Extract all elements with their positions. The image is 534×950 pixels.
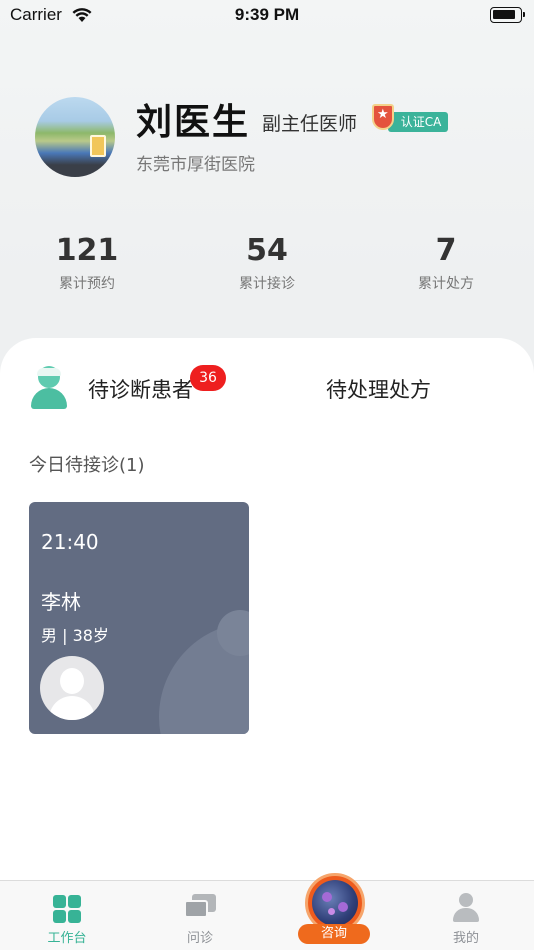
tab-workbench[interactable]: 工作台 xyxy=(17,881,117,950)
stat-label: 累计接诊 xyxy=(239,276,295,292)
battery-icon xyxy=(490,7,525,23)
tab-label: 工作台 xyxy=(47,931,87,946)
virus-globe-icon xyxy=(312,880,358,926)
stat-value: 121 xyxy=(55,233,119,268)
appointment-time: 21:40 xyxy=(41,530,99,554)
stat-label: 累计预约 xyxy=(59,276,115,292)
shield-star-icon xyxy=(372,104,394,130)
stat-label: 累计处方 xyxy=(418,276,474,292)
doctor-title: 副主任医师 xyxy=(262,113,358,135)
patient-avatar xyxy=(40,656,104,720)
today-section-title: 今日待接诊(1) xyxy=(29,455,145,476)
hospital-name: 东莞市厚街医院 xyxy=(136,155,255,175)
appointment-card[interactable]: 21:40 李林 男 | 38岁 xyxy=(29,502,249,734)
patient-info: 男 | 38岁 xyxy=(41,626,109,645)
stat-value: 54 xyxy=(246,233,288,268)
tab-label: 我的 xyxy=(452,931,479,946)
tab-consultation[interactable]: 问诊 xyxy=(150,881,250,950)
ca-certified-badge: 认证CA xyxy=(372,104,452,134)
user-icon xyxy=(453,893,479,923)
stat-prescriptions[interactable]: 7 累计处方 xyxy=(376,233,516,293)
chat-bubbles-icon xyxy=(184,894,216,922)
pending-count-badge: 36 xyxy=(190,365,226,391)
grid-icon xyxy=(53,895,81,923)
stat-consultations[interactable]: 54 累计接诊 xyxy=(197,233,337,293)
stat-value: 7 xyxy=(435,233,457,268)
status-bar: Carrier 9:39 PM xyxy=(0,0,534,32)
doctor-avatar[interactable] xyxy=(35,97,115,177)
doctor-name: 刘医生 xyxy=(136,102,251,143)
tab-mine[interactable]: 我的 xyxy=(416,881,516,950)
bottom-tab-bar: 工作台 问诊 我的 xyxy=(0,880,534,950)
tab-pending-prescriptions[interactable]: 待处理处方 xyxy=(326,374,431,404)
patient-name: 李林 xyxy=(41,590,81,614)
tab-pending-patients[interactable]: 待诊断患者 xyxy=(88,374,193,404)
avatar-photo-detail xyxy=(90,135,106,157)
ca-badge-label: 认证CA xyxy=(388,112,448,132)
clock: 9:39 PM xyxy=(234,5,300,24)
tab-label: 问诊 xyxy=(186,931,213,946)
patient-icon xyxy=(30,366,68,410)
tab-inquiry-label[interactable]: 咨询 xyxy=(298,924,370,944)
stat-appointments[interactable]: 121 累计预约 xyxy=(17,233,157,293)
